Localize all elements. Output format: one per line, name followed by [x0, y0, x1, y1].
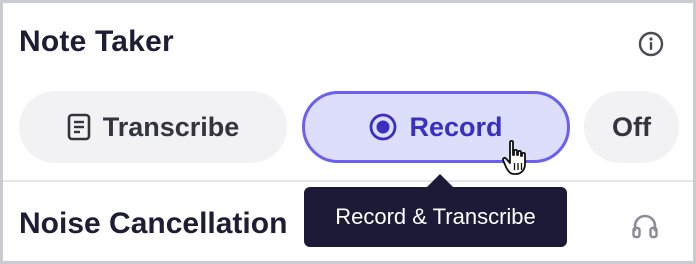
note-taker-panel: Note Taker Transcribe Record Off Noise C…: [0, 0, 696, 264]
hand-cursor-icon: [502, 139, 526, 175]
off-label: Off: [612, 111, 651, 142]
off-button[interactable]: Off: [584, 91, 679, 163]
tooltip-arrow: [427, 174, 453, 187]
document-icon: [67, 113, 91, 141]
headphones-icon[interactable]: [631, 212, 659, 240]
transcribe-button[interactable]: Transcribe: [19, 91, 287, 163]
section-divider: [3, 180, 693, 182]
info-icon[interactable]: [638, 31, 664, 57]
noise-cancellation-title: Noise Cancellation: [19, 207, 288, 240]
record-tooltip: Record & Transcribe: [304, 187, 567, 247]
transcribe-label: Transcribe: [102, 111, 240, 142]
note-taker-title: Note Taker: [19, 25, 174, 58]
record-icon: [369, 113, 397, 141]
record-label: Record: [409, 111, 503, 142]
